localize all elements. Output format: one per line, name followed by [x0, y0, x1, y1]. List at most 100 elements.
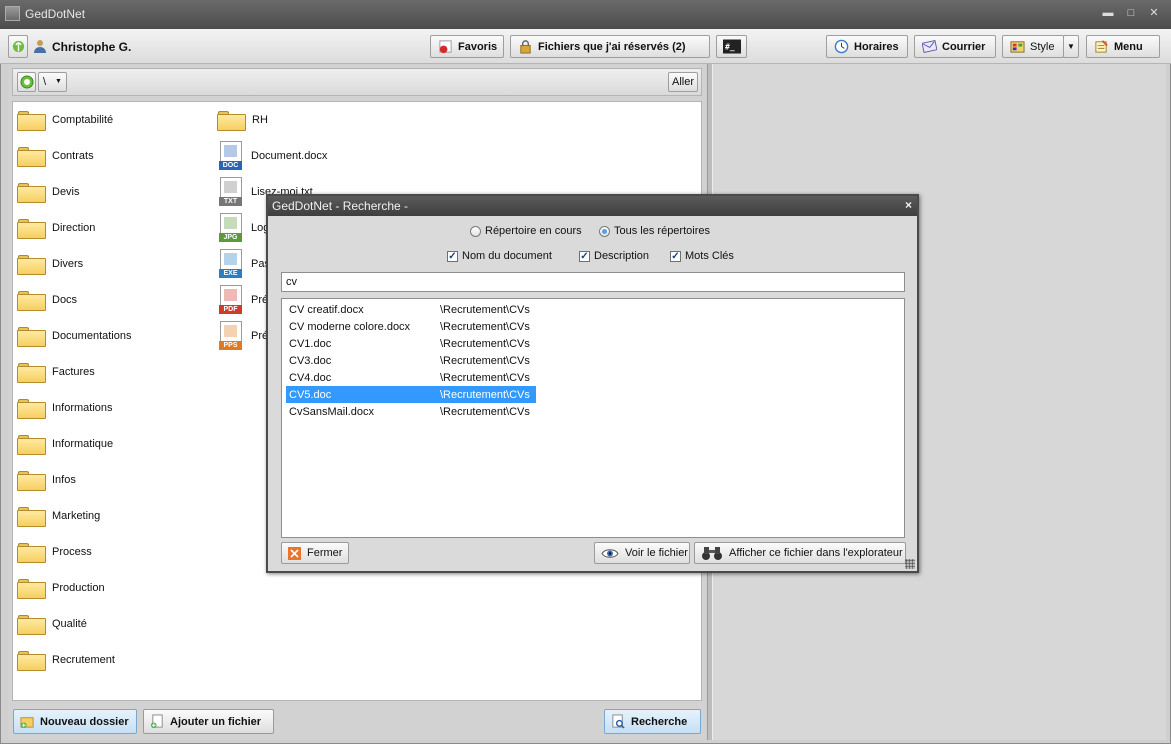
folder-item[interactable]: Devis	[17, 178, 80, 206]
folder-item[interactable]: Qualité	[17, 610, 87, 638]
folder-label: Recrutement	[52, 654, 115, 666]
favoris-button[interactable]: Favoris	[430, 35, 504, 58]
result-filename: CvSansMail.docx	[289, 405, 374, 418]
folder-item[interactable]: Informatique	[17, 430, 113, 458]
folder-item[interactable]: RH	[217, 106, 268, 134]
folder-label: Informatique	[52, 438, 114, 450]
folder-item[interactable]: Comptabilité	[17, 106, 113, 134]
file-label: Document.docx	[251, 150, 328, 162]
maximize-icon[interactable]: □	[1123, 6, 1139, 20]
result-row[interactable]: CV moderne colore.docx \Recrutement\CVs	[286, 318, 536, 335]
horaires-button[interactable]: Horaires	[826, 35, 908, 58]
checkbox[interactable]: ✓	[579, 250, 590, 262]
folder-icon	[17, 325, 46, 347]
checkbox-document-name[interactable]: ✓ Nom du document	[447, 250, 552, 262]
new-folder-button[interactable]: Nouveau dossier	[13, 709, 137, 734]
checkbox[interactable]: ✓	[447, 250, 458, 262]
folder-item[interactable]: Direction	[17, 214, 95, 242]
radio-current-folder[interactable]: Répertoire en cours	[470, 225, 582, 237]
minimize-icon[interactable]: ▬	[1100, 6, 1116, 20]
folder-item[interactable]: Contrats	[17, 142, 94, 170]
show-in-explorer-button[interactable]: Afficher ce fichier dans l'explorateur	[694, 542, 906, 564]
folder-item[interactable]: Process	[17, 538, 92, 566]
chevron-down-icon: ▼	[1067, 42, 1075, 51]
search-button[interactable]: Recherche	[604, 709, 701, 734]
search-input[interactable]: cv	[281, 272, 905, 292]
result-row[interactable]: CV5.doc \Recrutement\CVs	[286, 386, 536, 403]
folder-icon	[17, 289, 46, 311]
search-dialog: GedDotNet - Recherche - × Répertoire en …	[266, 194, 919, 573]
folder-item[interactable]: Production	[17, 574, 105, 602]
close-button[interactable]: Fermer	[281, 542, 349, 564]
checkbox[interactable]: ✓	[670, 250, 681, 262]
radio-button[interactable]	[470, 225, 481, 237]
folder-label: Comptabilité	[52, 114, 114, 126]
folder-label: Process	[52, 546, 92, 558]
checkbox-keywords[interactable]: ✓ Mots Clés	[670, 250, 734, 262]
path-dropdown[interactable]: \ ▼	[38, 72, 67, 92]
chevron-down-icon: ▼	[55, 78, 62, 85]
folder-label: Docs	[52, 294, 78, 306]
back-button[interactable]	[17, 72, 36, 92]
result-row[interactable]: CV creatif.docx \Recrutement\CVs	[286, 301, 536, 318]
file-item[interactable]: EXE Pas	[218, 248, 270, 280]
checkbox-description[interactable]: ✓ Description	[579, 250, 649, 262]
radio-all-folders[interactable]: Tous les répertoires	[599, 225, 710, 237]
file-item[interactable]: JPG Log	[218, 212, 269, 244]
folder-label: Direction	[52, 222, 96, 234]
folder-item[interactable]: Divers	[17, 250, 83, 278]
result-row[interactable]: CV1.doc \Recrutement\CVs	[286, 335, 536, 352]
console-button[interactable]: #_	[716, 35, 747, 58]
result-filename: CV5.doc	[289, 388, 332, 401]
radio-button[interactable]	[599, 225, 610, 237]
back-arrow-icon	[20, 75, 34, 89]
folder-item[interactable]: Documentations	[17, 322, 132, 350]
folder-item[interactable]: Factures	[17, 358, 95, 386]
search-icon	[612, 714, 625, 729]
file-item[interactable]: PDF Pré	[218, 284, 268, 316]
result-path: \Recrutement\CVs	[440, 320, 530, 333]
courrier-button[interactable]: Courrier	[914, 35, 996, 58]
connection-button[interactable]	[8, 35, 28, 58]
folder-icon	[217, 109, 246, 131]
folder-item[interactable]: Recrutement	[17, 646, 115, 674]
folder-label: Infos	[52, 474, 76, 486]
close-icon[interactable]: ✕	[1146, 6, 1162, 20]
mail-icon	[922, 39, 937, 54]
folder-icon	[17, 109, 46, 131]
style-button[interactable]: Style	[1002, 35, 1064, 58]
result-row[interactable]: CvSansMail.docx \Recrutement\CVs	[286, 403, 536, 420]
result-path: \Recrutement\CVs	[440, 388, 530, 401]
result-path: \Recrutement\CVs	[440, 303, 530, 316]
file-item[interactable]: PPS Pré	[218, 320, 268, 352]
folder-icon	[17, 505, 46, 527]
add-file-icon	[150, 714, 163, 729]
new-folder-icon	[20, 717, 34, 729]
folder-item[interactable]: Docs	[17, 286, 77, 314]
style-dropdown[interactable]: ▼	[1063, 35, 1079, 58]
folder-item[interactable]: Infos	[17, 466, 76, 494]
folder-icon	[17, 541, 46, 563]
lock-icon	[520, 40, 531, 54]
result-row[interactable]: CV4.doc \Recrutement\CVs	[286, 369, 536, 386]
folder-item[interactable]: Informations	[17, 394, 113, 422]
reserved-files-button[interactable]: Fichiers que j'ai réservés (2)	[510, 35, 710, 58]
folder-item[interactable]: Marketing	[17, 502, 100, 530]
add-file-button[interactable]: Ajouter un fichier	[143, 709, 274, 734]
view-file-button[interactable]: Voir le fichier	[594, 542, 690, 564]
folder-icon	[17, 253, 46, 275]
folder-label: Marketing	[52, 510, 101, 522]
jpg-file-icon: JPG	[218, 213, 243, 243]
folder-label: Factures	[52, 366, 95, 378]
results-list[interactable]: CV creatif.docx \Recrutement\CVs CV modern…	[281, 298, 905, 538]
close-icon[interactable]: ×	[905, 198, 912, 212]
dialog-titlebar: GedDotNet - Recherche - ×	[268, 196, 917, 216]
file-item[interactable]: DOC Document.docx	[218, 140, 327, 172]
go-button[interactable]: Aller	[668, 72, 698, 92]
resize-grip-icon[interactable]	[905, 559, 915, 569]
result-path: \Recrutement\CVs	[440, 354, 530, 367]
folder-icon	[17, 145, 46, 167]
result-row[interactable]: CV3.doc \Recrutement\CVs	[286, 352, 536, 369]
menu-button[interactable]: Menu	[1086, 35, 1160, 58]
result-path: \Recrutement\CVs	[440, 371, 530, 384]
